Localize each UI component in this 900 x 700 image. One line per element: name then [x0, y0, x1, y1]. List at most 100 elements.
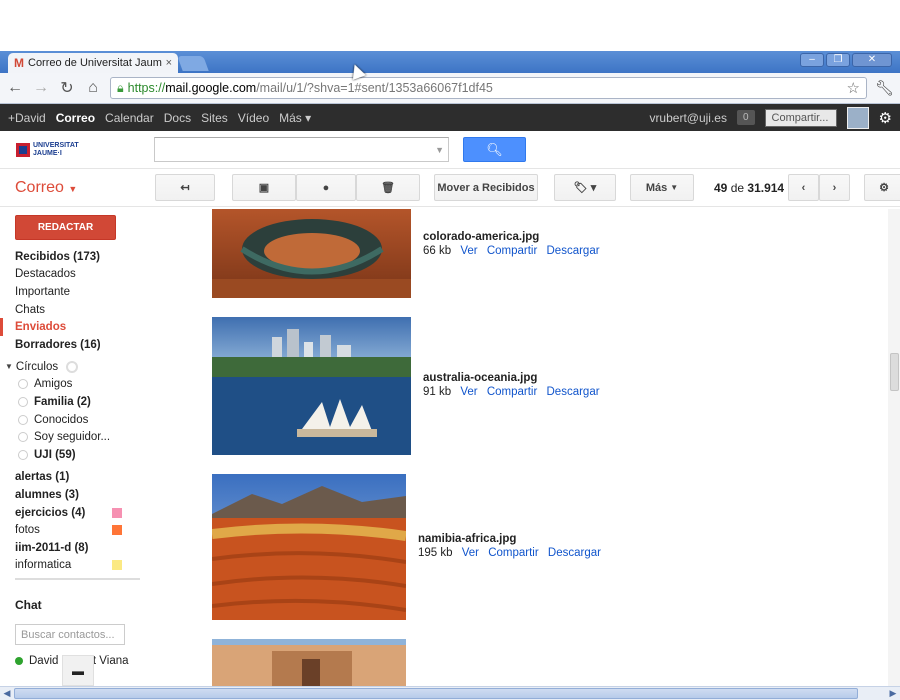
attachment-thumbnail[interactable] — [212, 209, 411, 298]
scroll-left-icon[interactable]: ◀ — [0, 687, 14, 700]
circle-item[interactable]: Soy seguidor... — [0, 428, 155, 446]
tab-close-icon[interactable]: × — [166, 57, 172, 69]
vertical-scrollbar[interactable] — [888, 209, 900, 686]
maximize-icon[interactable]: ❐ — [826, 53, 850, 67]
search-button[interactable]: 🔍︎ — [463, 137, 526, 162]
view-link[interactable]: Ver — [460, 245, 477, 257]
circle-label: Amigos — [34, 378, 73, 391]
nav-drafts[interactable]: Borradores (16) — [0, 336, 155, 354]
browser-tab[interactable]: M Correo de Universitat Jaume I × — [8, 53, 178, 73]
circle-item[interactable]: Conocidos — [0, 411, 155, 429]
university-logo[interactable]: UNIVERSITAT JAUME·I — [16, 140, 84, 160]
back-icon[interactable]: ← — [6, 79, 24, 97]
label-item[interactable]: alertas (1) — [0, 469, 155, 487]
labels-button[interactable]: 🏷︎ ▾ — [554, 174, 616, 201]
new-tab-button[interactable] — [177, 56, 209, 71]
search-options-chevron-icon[interactable]: ▼ — [435, 145, 444, 155]
chat-bubble-icon[interactable]: ▬ — [62, 655, 94, 686]
horizontal-scrollbar[interactable]: ◀ ▶ — [0, 686, 900, 700]
gbar-link-mail[interactable]: Correo — [56, 111, 95, 125]
view-link[interactable]: Ver — [462, 547, 479, 559]
newer-button[interactable]: ‹ — [788, 174, 819, 201]
circle-item[interactable]: Familia (2) — [0, 393, 155, 411]
label-item[interactable]: alumnes (3) — [0, 486, 155, 504]
label-color-swatch[interactable] — [112, 525, 122, 536]
url-host: mail.google.com — [165, 81, 257, 95]
url-bar[interactable]: 🔒︎ https://mail.google.com/mail/u/1/?shv… — [110, 77, 867, 99]
circles-header[interactable]: ▼ Círculos — [0, 358, 155, 376]
label-color-swatch[interactable] — [112, 560, 122, 571]
minimize-icon[interactable]: – — [800, 53, 824, 67]
share-link[interactable]: Compartir — [487, 386, 537, 398]
nav-starred[interactable]: Destacados — [0, 266, 155, 284]
scroll-right-icon[interactable]: ▶ — [886, 687, 900, 700]
gbar-link-more[interactable]: Más ▾ — [279, 111, 311, 125]
more-button[interactable]: Más ▼ — [630, 174, 694, 201]
download-link[interactable]: Descargar — [548, 547, 601, 559]
compose-button[interactable]: REDACTAR — [15, 215, 116, 240]
attachment-meta: 195 kb Ver Compartir Descargar — [418, 547, 601, 559]
label-item[interactable]: iim-2011-d (8) — [0, 539, 155, 557]
forward-icon[interactable]: → — [32, 79, 50, 97]
scroll-thumb[interactable] — [14, 688, 858, 699]
gbar-link-docs[interactable]: Docs — [164, 111, 191, 125]
google-bar: +David Correo Calendar Docs Sites Vídeo … — [0, 104, 900, 131]
avatar[interactable] — [846, 106, 869, 129]
attachment-name: colorado-america.jpg — [423, 231, 540, 243]
notification-count[interactable]: 0 — [736, 110, 755, 125]
scroll-thumb[interactable] — [890, 353, 899, 391]
attachment-name: australia-oceania.jpg — [423, 372, 538, 384]
gbar-link-plus[interactable]: +David — [8, 111, 46, 125]
gbar-link-sites[interactable]: Sites — [201, 111, 228, 125]
label-item[interactable]: ejercicios (4) — [0, 504, 155, 522]
attachment-thumbnail[interactable] — [212, 474, 406, 620]
share-link[interactable]: Compartir — [487, 245, 537, 257]
circle-dot-icon — [18, 432, 28, 443]
close-window-icon[interactable]: ✕ — [852, 53, 892, 67]
back-arrow-icon: ↤ — [180, 182, 190, 194]
gbar-link-video[interactable]: Vídeo — [238, 111, 269, 125]
gbar-link-calendar[interactable]: Calendar — [105, 111, 154, 125]
older-button[interactable]: › — [819, 174, 850, 201]
view-link[interactable]: Ver — [460, 386, 477, 398]
label-color-swatch[interactable] — [112, 507, 122, 518]
report-spam-button[interactable]: ● — [296, 174, 356, 201]
wrench-icon[interactable]: 🔧︎ — [875, 79, 894, 97]
page-total: 31.914 — [747, 181, 785, 195]
home-icon[interactable]: ⌂ — [84, 79, 102, 97]
move-to-inbox-button[interactable]: Mover a Recibidos — [434, 174, 538, 201]
back-to-list-button[interactable]: ↤ — [155, 174, 215, 201]
chevron-down-icon: ▼ — [670, 183, 679, 192]
circle-item[interactable]: Amigos — [0, 376, 155, 394]
circle-dot-icon — [18, 379, 28, 390]
label-item[interactable]: fotos — [0, 521, 155, 539]
address-toolbar: ← → ↻ ⌂ 🔒︎ https://mail.google.com/mail/… — [0, 73, 900, 104]
attachment-thumbnail[interactable] — [212, 639, 406, 686]
label-tag-icon: 🏷︎ ▾ — [573, 182, 597, 194]
download-link[interactable]: Descargar — [547, 245, 600, 257]
settings-button[interactable]: ⚙ — [864, 174, 900, 201]
nav-chats[interactable]: Chats — [0, 301, 155, 319]
gmail-favicon-icon: M — [14, 56, 24, 70]
share-link[interactable]: Compartir — [488, 547, 538, 559]
attachment-info: australia-oceania.jpg 91 kb Ver Comparti… — [423, 372, 600, 398]
chat-search-input[interactable]: Buscar contactos... — [15, 624, 125, 646]
share-box[interactable]: Compartir... — [764, 108, 837, 127]
nav-sent[interactable]: Enviados — [0, 318, 155, 336]
delete-button[interactable]: 🗑︎ — [356, 174, 420, 201]
reload-icon[interactable]: ↻ — [58, 78, 76, 98]
attachment-thumbnail[interactable] — [212, 317, 411, 455]
nav-important[interactable]: Importante — [0, 283, 155, 301]
search-input[interactable]: ▼ — [154, 137, 449, 162]
circle-item[interactable]: UJI (59) — [0, 446, 155, 464]
label-item[interactable]: informatica — [0, 557, 155, 575]
nav-inbox[interactable]: Recibidos (173) — [0, 248, 155, 266]
gear-icon[interactable]: ⚙ — [879, 109, 892, 127]
download-link[interactable]: Descargar — [547, 386, 600, 398]
app-switcher[interactable]: Correo ▼ — [0, 179, 155, 197]
account-email[interactable]: vrubert@uji.es — [649, 111, 727, 125]
app-name: Correo — [15, 178, 64, 196]
circle-dot-icon — [18, 414, 28, 425]
archive-button[interactable]: ▣ — [232, 174, 296, 201]
bookmark-star-icon[interactable]: ☆ — [847, 79, 860, 97]
